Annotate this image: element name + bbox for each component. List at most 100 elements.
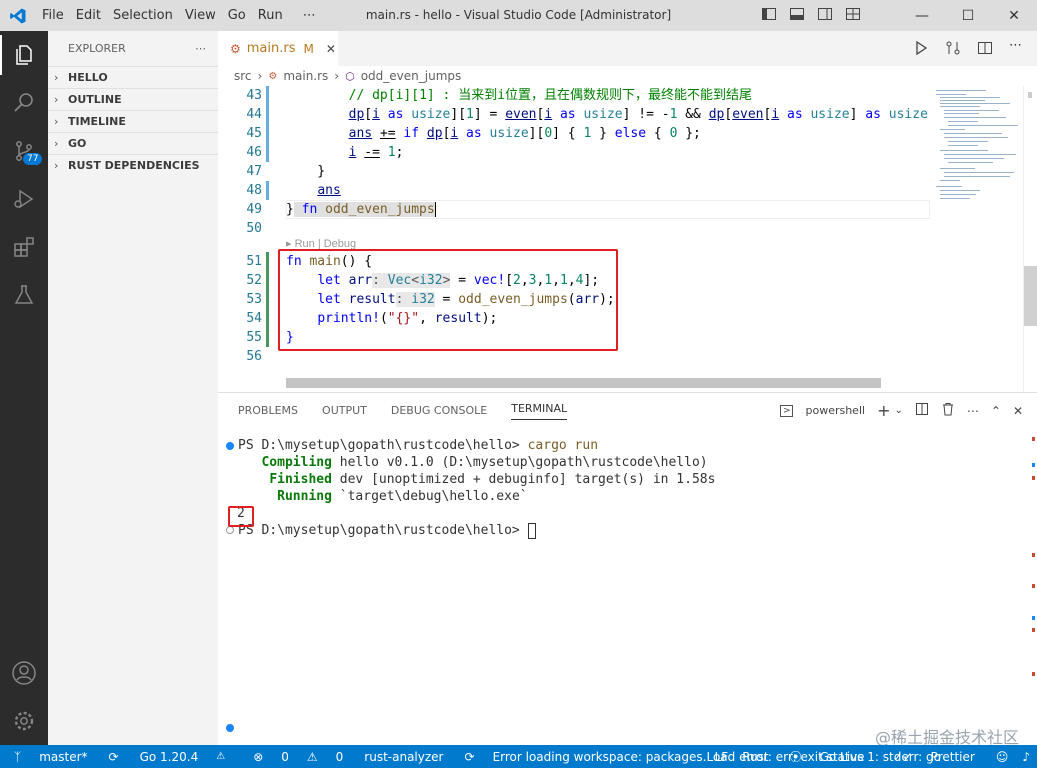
menu-bar: File Edit Selection View Go Run ⋯ bbox=[36, 0, 322, 31]
run-icon[interactable] bbox=[913, 40, 929, 56]
double-check-icon: ✓✓ bbox=[892, 749, 913, 764]
more-actions-icon[interactable]: ⋯ bbox=[1009, 39, 1025, 56]
breadcrumb-symbol[interactable]: odd_even_jumps bbox=[361, 69, 462, 83]
terminal-cursor bbox=[527, 522, 536, 539]
status-eol[interactable]: LF bbox=[708, 750, 736, 764]
breadcrumb-file[interactable]: main.rs bbox=[283, 69, 328, 83]
line-number: 46 bbox=[246, 145, 262, 160]
feedback-icon[interactable]: ☺ bbox=[989, 750, 1016, 764]
source-control-icon[interactable]: 77 bbox=[0, 127, 48, 175]
line-number: 44 bbox=[246, 107, 262, 122]
notifications-bell-icon[interactable]: ♪ bbox=[1015, 750, 1037, 764]
toggle-panel-icon[interactable] bbox=[789, 6, 805, 22]
tab-output[interactable]: OUTPUT bbox=[322, 404, 367, 417]
loading-icon: ⟳ bbox=[464, 749, 475, 764]
testing-flask-icon[interactable] bbox=[0, 271, 48, 319]
manage-gear-icon[interactable] bbox=[0, 697, 48, 745]
breadcrumb: src › ⚙ main.rs › ⬡ odd_even_jumps bbox=[218, 66, 1037, 86]
editor-vertical-scrollbar[interactable] bbox=[1023, 86, 1037, 392]
explorer-more-icon[interactable]: ⋯ bbox=[195, 42, 206, 55]
error-icon: ⊗ bbox=[253, 749, 264, 764]
gutter-modified bbox=[266, 86, 269, 105]
explorer-sidebar: EXPLORER ⋯ › HELLO › OUTLINE › TIMELINE › GO… bbox=[48, 31, 218, 745]
minimap[interactable] bbox=[930, 86, 1023, 392]
minimize-icon[interactable]: — bbox=[899, 0, 945, 31]
gutter-added bbox=[266, 271, 269, 290]
close-window-icon[interactable]: ✕ bbox=[991, 0, 1037, 31]
line-number: 52 bbox=[246, 273, 262, 288]
section-go[interactable]: › GO bbox=[48, 132, 218, 154]
maximize-icon[interactable]: ☐ bbox=[945, 0, 991, 31]
customize-layout-icon[interactable] bbox=[845, 6, 861, 22]
status-rust-analyzer[interactable]: rust-analyzer bbox=[357, 750, 450, 764]
terminal-shell-label[interactable]: powershell bbox=[805, 404, 865, 417]
run-debug-icon[interactable] bbox=[0, 175, 48, 223]
explorer-icon[interactable] bbox=[0, 31, 48, 79]
status-go-live[interactable]: ⦿ Go Live bbox=[776, 748, 879, 765]
section-hello[interactable]: › HELLO bbox=[48, 66, 218, 88]
section-rust-dependencies[interactable]: › RUST DEPENDENCIES bbox=[48, 154, 218, 176]
code-line: ans += if dp[i as usize][0] { 1 } else {… bbox=[348, 126, 701, 141]
status-go-version[interactable]: Go 1.20.4 ⚠ bbox=[126, 750, 240, 764]
split-editor-icon[interactable] bbox=[977, 40, 993, 56]
close-panel-icon[interactable]: ✕ bbox=[1013, 404, 1023, 418]
chevron-right-icon: › bbox=[54, 159, 59, 172]
gutter-added bbox=[266, 290, 269, 309]
close-tab-icon[interactable]: ✕ bbox=[326, 42, 336, 56]
tab-terminal[interactable]: TERMINAL bbox=[511, 402, 568, 420]
maximize-panel-icon[interactable]: ⌃ bbox=[991, 404, 1001, 418]
highlight-box-output bbox=[228, 506, 254, 527]
terminal-shell-icon: > bbox=[779, 404, 794, 417]
status-problems[interactable]: ⊗ 0 ⚠ 0 bbox=[239, 750, 357, 764]
toggle-sidebar-icon[interactable] bbox=[761, 6, 777, 22]
editor-horizontal-scrollbar[interactable] bbox=[286, 378, 881, 388]
status-branch[interactable]: ᛉ master* bbox=[0, 750, 102, 764]
line-number: 45 bbox=[246, 126, 262, 141]
toggle-secondary-sidebar-icon[interactable] bbox=[817, 6, 833, 22]
command-pending-dot-icon bbox=[226, 526, 234, 534]
command-success-dot-icon bbox=[226, 442, 234, 450]
tab-debug-console[interactable]: DEBUG CONSOLE bbox=[391, 404, 487, 417]
breadcrumb-src[interactable]: src bbox=[234, 69, 252, 83]
chevron-right-icon: › bbox=[54, 71, 59, 84]
kill-terminal-trash-icon[interactable] bbox=[941, 402, 955, 419]
menu-more[interactable]: ⋯ bbox=[297, 8, 322, 23]
line-number: 55 bbox=[246, 330, 262, 345]
gutter-added bbox=[266, 328, 269, 347]
line-number: 53 bbox=[246, 292, 262, 307]
menu-edit[interactable]: Edit bbox=[70, 8, 107, 23]
compare-changes-icon[interactable] bbox=[945, 40, 961, 56]
status-prettier[interactable]: ✓✓ Prettier bbox=[879, 750, 989, 764]
code-line: // dp[i][1] : 当来到i位置，且在偶数规则下，最终能不能到结尾 bbox=[348, 88, 753, 103]
tab-main-rs[interactable]: ⚙ main.rs M ✕ bbox=[218, 31, 338, 66]
menu-view[interactable]: View bbox=[179, 8, 222, 23]
tab-problems[interactable]: PROBLEMS bbox=[238, 404, 298, 417]
search-icon[interactable] bbox=[0, 79, 48, 127]
code-line: } bbox=[286, 164, 326, 179]
more-actions-icon[interactable]: ⋯ bbox=[967, 404, 979, 418]
gutter-modified bbox=[266, 143, 269, 162]
code-line: } fn odd_even_jumps bbox=[286, 202, 436, 217]
sync-icon[interactable]: ⟳ bbox=[102, 750, 126, 764]
line-number: 48 bbox=[246, 183, 262, 198]
broadcast-icon: ⦿ bbox=[789, 750, 802, 764]
title-bar: File Edit Selection View Go Run ⋯ main.r… bbox=[0, 0, 1037, 31]
account-icon[interactable] bbox=[0, 649, 48, 697]
section-outline[interactable]: › OUTLINE bbox=[48, 88, 218, 110]
menu-run[interactable]: Run bbox=[252, 8, 289, 23]
line-number: 54 bbox=[246, 311, 262, 326]
status-language[interactable]: Rust bbox=[735, 750, 775, 764]
extensions-icon[interactable] bbox=[0, 223, 48, 271]
section-timeline[interactable]: › TIMELINE bbox=[48, 110, 218, 132]
terminal-line: Compiling hello v0.1.0 (D:\mysetup\gopat… bbox=[261, 455, 708, 470]
gutter-modified bbox=[266, 124, 269, 143]
menu-go[interactable]: Go bbox=[222, 8, 252, 23]
chevron-right-icon: › bbox=[54, 93, 59, 106]
terminal-line: Running `target\debug\hello.exe` bbox=[277, 489, 528, 504]
terminal-line: Finished dev [unoptimized + debuginfo] t… bbox=[269, 472, 716, 487]
menu-file[interactable]: File bbox=[36, 8, 70, 23]
new-terminal-icon[interactable]: + bbox=[877, 401, 890, 420]
chevron-down-icon[interactable]: ⌄ bbox=[894, 405, 902, 416]
menu-selection[interactable]: Selection bbox=[107, 8, 179, 23]
split-terminal-icon[interactable] bbox=[915, 402, 929, 419]
